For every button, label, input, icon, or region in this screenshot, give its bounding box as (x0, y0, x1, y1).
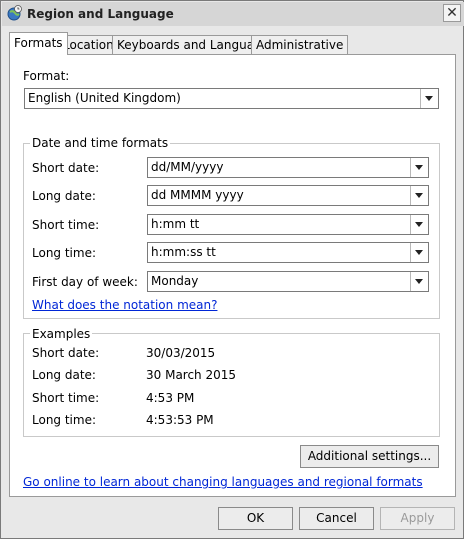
close-button[interactable]: ✕ (443, 4, 461, 22)
cancel-button[interactable]: Cancel (299, 507, 374, 530)
example-long-date-value: 30 March 2015 (146, 368, 237, 382)
ok-button[interactable]: OK (218, 507, 293, 530)
chevron-down-icon (410, 158, 428, 177)
chevron-down-icon (410, 272, 428, 291)
format-label: Format: (23, 69, 70, 83)
window-title: Region and Language (27, 7, 174, 21)
examples-title: Examples (30, 327, 93, 341)
first-day-of-week-value: Monday (151, 274, 199, 288)
tab-label: Formats (14, 36, 63, 50)
online-help-link[interactable]: Go online to learn about changing langua… (23, 475, 423, 489)
short-date-value: dd/MM/yyyy (151, 160, 224, 174)
tab-label: Administrative (256, 38, 344, 52)
notation-help-link[interactable]: What does the notation mean? (32, 298, 217, 312)
short-time-select[interactable]: h:mm tt (147, 214, 429, 235)
long-time-select[interactable]: h:mm:ss tt (147, 242, 429, 263)
tab-label: Location (63, 38, 114, 52)
long-date-select[interactable]: dd MMMM yyyy (147, 185, 429, 206)
title-bar[interactable]: Region and Language ✕ (2, 2, 464, 26)
additional-settings-button[interactable]: Additional settings... (300, 445, 439, 468)
chevron-down-icon (410, 186, 428, 205)
chevron-down-icon (410, 215, 428, 234)
short-time-label: Short time: (32, 218, 100, 232)
tab-administrative[interactable]: Administrative (251, 35, 349, 54)
formats-panel: Format: English (United Kingdom) Date an… (9, 54, 456, 497)
apply-button[interactable]: Apply (380, 507, 455, 530)
short-date-select[interactable]: dd/MM/yyyy (147, 157, 429, 178)
first-day-of-week-label: First day of week: (32, 275, 138, 289)
example-short-time-value: 4:53 PM (146, 391, 195, 405)
chevron-down-icon (410, 243, 428, 262)
example-long-time-value: 4:53:53 PM (146, 413, 214, 427)
example-short-time-label: Short time: (32, 391, 100, 405)
example-long-time-label: Long time: (32, 413, 97, 427)
example-short-date-value: 30/03/2015 (146, 346, 216, 360)
short-date-label: Short date: (32, 161, 100, 175)
chevron-down-icon (420, 89, 438, 108)
close-icon: ✕ (446, 5, 458, 21)
example-short-date-label: Short date: (32, 346, 100, 360)
date-time-formats-title: Date and time formats (30, 136, 171, 150)
format-value: English (United Kingdom) (28, 91, 181, 105)
dialog-window: Region and Language ✕ Formats Location K… (0, 0, 464, 539)
short-time-value: h:mm tt (151, 217, 200, 231)
example-long-date-label: Long date: (32, 368, 96, 382)
long-date-value: dd MMMM yyyy (151, 188, 244, 202)
long-time-label: Long time: (32, 246, 97, 260)
first-day-of-week-select[interactable]: Monday (147, 271, 429, 292)
long-time-value: h:mm:ss tt (151, 245, 216, 259)
tab-formats[interactable]: Formats (9, 32, 68, 55)
long-date-label: Long date: (32, 189, 96, 203)
globe-clock-icon (7, 5, 22, 21)
format-select[interactable]: English (United Kingdom) (24, 88, 439, 109)
